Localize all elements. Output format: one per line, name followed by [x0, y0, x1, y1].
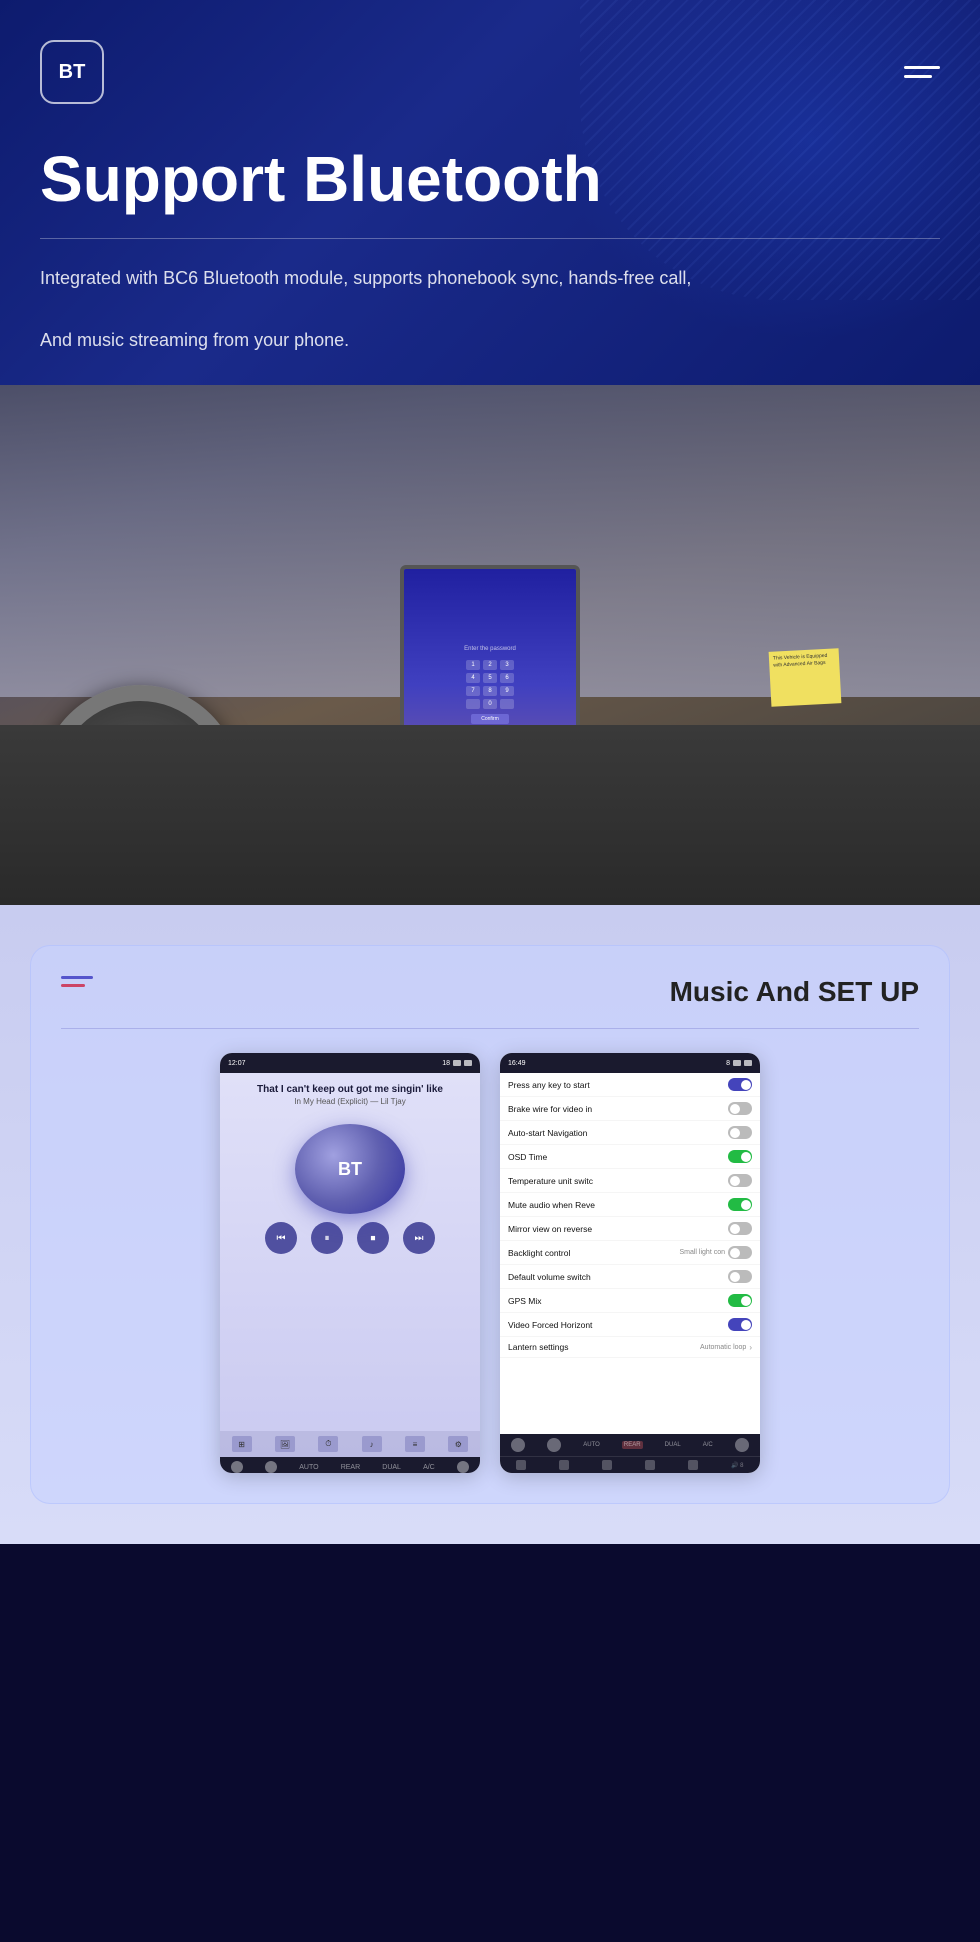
settings-item-backlight: Backlight control Small light con — [500, 1241, 760, 1265]
settings-nav-extra — [735, 1438, 749, 1452]
settings-item-brake-wire: Brake wire for video in — [500, 1097, 760, 1121]
car-control-2 — [559, 1460, 569, 1470]
settings-item-video: Video Forced Horizont — [500, 1313, 760, 1337]
play-pause-button[interactable]: ⏸ — [311, 1222, 343, 1254]
settings-nav-rear: REAR — [622, 1441, 643, 1449]
toggle-osd[interactable] — [728, 1150, 752, 1163]
music-status-bar: 12:07 18 — [220, 1053, 480, 1073]
settings-item-auto-nav: Auto-start Navigation — [500, 1121, 760, 1145]
section-menu-icon[interactable] — [61, 976, 93, 987]
settings-inner: 16:49 8 Press any key to start — [500, 1053, 760, 1473]
settings-icon[interactable]: ⚙ — [448, 1436, 468, 1452]
toggle-brake-wire[interactable] — [728, 1102, 752, 1115]
car-photo-area: Enter the password 1 2 3 4 5 6 7 8 9 0 C… — [0, 385, 980, 905]
album-disc: BT — [295, 1124, 405, 1214]
music-icon[interactable]: ♪ — [362, 1436, 382, 1452]
settings-item-volume: Default volume switch — [500, 1265, 760, 1289]
car-control-1 — [516, 1460, 526, 1470]
bt-logo: BT — [40, 40, 104, 104]
car-interior: Enter the password 1 2 3 4 5 6 7 8 9 0 C… — [0, 385, 980, 905]
back-icon — [464, 1060, 472, 1066]
prev-button[interactable]: ⏮ — [265, 1222, 297, 1254]
settings-nav-auto: AUTO — [583, 1442, 600, 1448]
car-nav-rear: REAR — [341, 1464, 360, 1471]
hero-description: Integrated with BC6 Bluetooth module, su… — [40, 263, 940, 355]
music-player-screen: 12:07 18 That I can't keep out got me si… — [220, 1053, 480, 1473]
stop-button[interactable]: ⏹ — [357, 1222, 389, 1254]
car-control-5 — [688, 1460, 698, 1470]
settings-screen: 16:49 8 Press any key to start — [500, 1053, 760, 1473]
music-setup-wrapper: Music And SET UP 12:07 18 That I can't k… — [30, 945, 950, 1504]
car-screen-prompt: Enter the password — [464, 646, 516, 652]
settings-status-bar: 16:49 8 — [500, 1053, 760, 1073]
toggle-press-key[interactable] — [728, 1078, 752, 1091]
music-divider — [61, 1028, 919, 1029]
settings-nav-wifi — [547, 1438, 561, 1452]
hero-divider — [40, 238, 940, 239]
vol-indicator-2: 🔊 8 — [731, 1462, 743, 1469]
car-nav-ac: A/C — [423, 1464, 435, 1471]
music-setup-title: Music And SET UP — [670, 976, 919, 1008]
settings-nav-ac: A/C — [703, 1442, 713, 1448]
dashboard-lower — [0, 725, 980, 905]
settings-item-osd: OSD Time — [500, 1145, 760, 1169]
settings-list: Press any key to start Brake wire for vi… — [500, 1073, 760, 1434]
disc-label: BT — [338, 1159, 362, 1180]
settings-nav-home — [511, 1438, 525, 1452]
nav-bar: BT — [40, 40, 940, 104]
menu-icon[interactable] — [904, 66, 940, 78]
music-player-inner: That I can't keep out got me singin' lik… — [220, 1073, 480, 1473]
car-confirm-btn: Confirm — [471, 714, 509, 724]
screens-row: 12:07 18 That I can't keep out got me si… — [61, 1053, 919, 1473]
car-control-4 — [645, 1460, 655, 1470]
settings-bottom-bar: AUTO REAR DUAL A/C 🔊 8 — [500, 1434, 760, 1473]
settings-item-gps: GPS Mix — [500, 1289, 760, 1313]
settings-item-press-key: Press any key to start — [500, 1073, 760, 1097]
car-nav-auto: AUTO — [299, 1464, 318, 1471]
toggle-video[interactable] — [728, 1318, 752, 1331]
settings-item-temp: Temperature unit switc — [500, 1169, 760, 1193]
song-subtitle: In My Head (Explicit) — Lil Tjay — [230, 1097, 470, 1106]
car-numpad: 1 2 3 4 5 6 7 8 9 0 — [466, 660, 514, 709]
battery-icon — [453, 1060, 461, 1066]
settings-item-mute: Mute audio when Reve — [500, 1193, 760, 1217]
settings-nav-dual: DUAL — [665, 1442, 681, 1448]
toggle-mirror[interactable] — [728, 1222, 752, 1235]
list-icon[interactable]: ≡ — [405, 1436, 425, 1452]
car-control-3 — [602, 1460, 612, 1470]
car-nav-extra — [457, 1461, 469, 1473]
signal-icon — [744, 1060, 752, 1066]
chevron-right-icon: › — [749, 1343, 752, 1352]
song-title: That I can't keep out got me singin' lik… — [230, 1083, 470, 1097]
grid-icon[interactable]: ⊞ — [232, 1436, 252, 1452]
vehicle-sticker: This Vehicle is Equipped with Advanced A… — [769, 648, 842, 707]
music-bottom-nav: ⊞ 🖼 ⏱ ♪ ≡ ⚙ AUTO REAR DUAL — [220, 1431, 480, 1473]
toggle-mute[interactable] — [728, 1198, 752, 1211]
toggle-volume[interactable] — [728, 1270, 752, 1283]
hero-section: BT Support Bluetooth Integrated with BC6… — [0, 0, 980, 385]
disc-container: BT — [220, 1124, 480, 1214]
car-nav-home — [231, 1461, 243, 1473]
music-player-top: That I can't keep out got me singin' lik… — [220, 1073, 480, 1116]
settings-item-lantern: Lantern settings Automatic loop › — [500, 1337, 760, 1358]
toggle-temp[interactable] — [728, 1174, 752, 1187]
music-header: Music And SET UP — [61, 976, 919, 1008]
toggle-backlight[interactable] — [728, 1246, 752, 1259]
toggle-gps[interactable] — [728, 1294, 752, 1307]
next-button[interactable]: ⏭ — [403, 1222, 435, 1254]
car-nav-dual: DUAL — [382, 1464, 401, 1471]
clock-icon[interactable]: ⏱ — [318, 1436, 338, 1452]
car-nav-power — [265, 1461, 277, 1473]
hero-title: Support Bluetooth — [40, 144, 940, 214]
image-icon[interactable]: 🖼 — [275, 1436, 295, 1452]
battery-icon-2 — [733, 1060, 741, 1066]
toggle-auto-nav[interactable] — [728, 1126, 752, 1139]
playback-controls: ⏮ ⏸ ⏹ ⏭ — [220, 1222, 480, 1254]
settings-item-mirror: Mirror view on reverse — [500, 1217, 760, 1241]
music-setup-section: Music And SET UP 12:07 18 That I can't k… — [0, 905, 980, 1544]
